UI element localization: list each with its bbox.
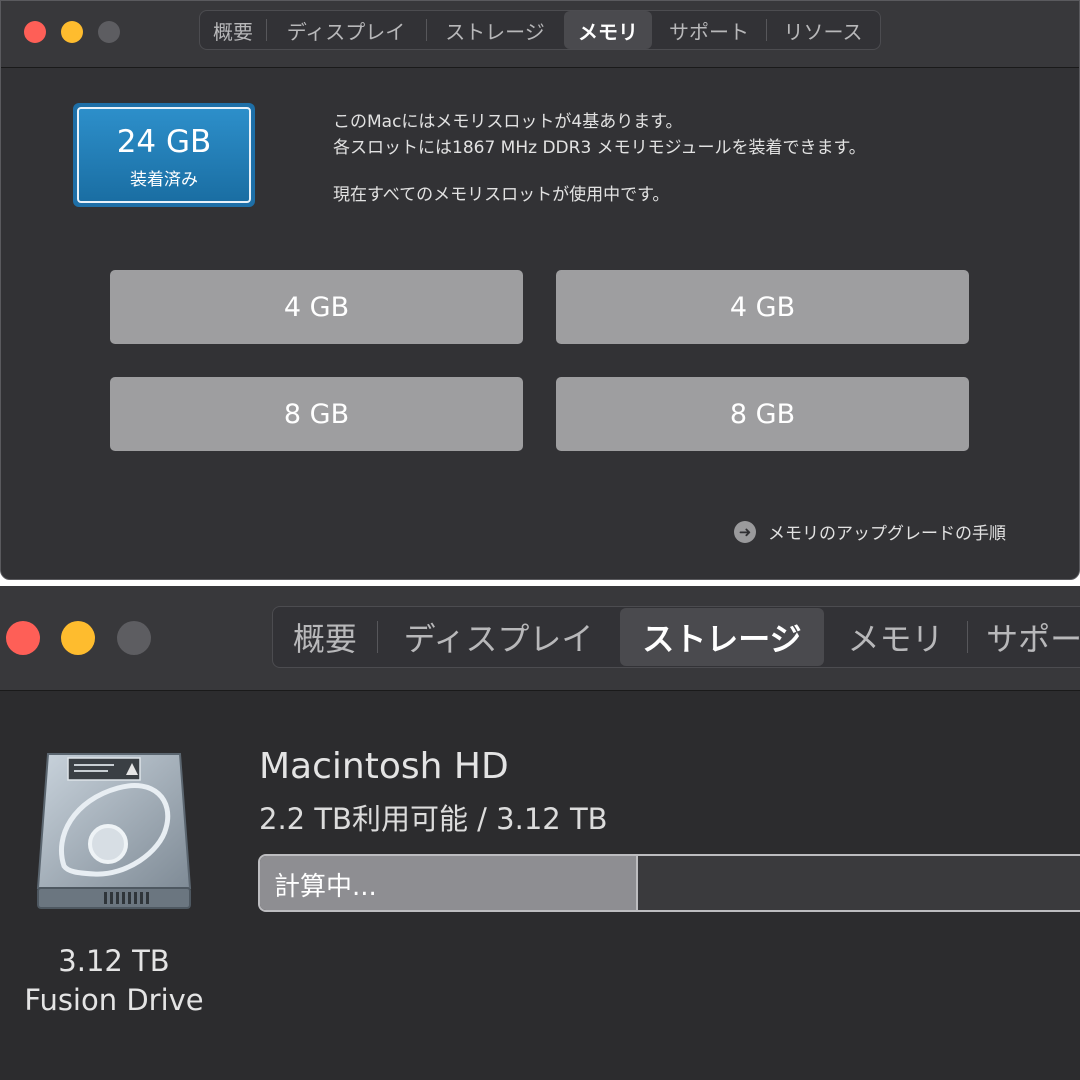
drive-type: Fusion Drive: [24, 983, 204, 1017]
tab-display[interactable]: ディスプレイ: [266, 11, 426, 49]
tab-overview[interactable]: 概要: [200, 11, 266, 49]
tab-memory[interactable]: メモリ: [564, 11, 652, 49]
memory-upgrade-link[interactable]: ➜ メモリのアップグレードの手順: [734, 519, 1006, 544]
tab-memory[interactable]: メモリ: [824, 608, 968, 666]
arrow-right-circle-icon: ➜: [734, 520, 756, 543]
slot-spec-text: 各スロットには1867 MHz DDR3 メモリモジュールを装着できます。: [333, 138, 866, 158]
memory-status: 装着済み: [130, 170, 198, 190]
tab-support[interactable]: サポー: [967, 608, 1080, 666]
tab-resources[interactable]: リソース: [766, 11, 880, 49]
memory-upgrade-label: メモリのアップグレードの手順: [768, 524, 1006, 544]
tab-display[interactable]: ディスプレイ: [376, 608, 620, 666]
drive-capacity: 3.12 TB: [58, 944, 170, 978]
minimize-icon[interactable]: [61, 21, 83, 43]
storage-usage-bar: 計算中...: [258, 854, 1080, 912]
close-icon[interactable]: [6, 621, 40, 655]
tab-overview[interactable]: 概要: [273, 608, 377, 666]
close-icon[interactable]: [24, 21, 46, 43]
memory-slot-4: 8 GB: [556, 377, 969, 451]
memory-slot-3: 8 GB: [110, 377, 523, 451]
tab-storage[interactable]: ストレージ: [426, 11, 564, 49]
tab-storage[interactable]: ストレージ: [620, 608, 824, 666]
slot-usage-text: 現在すべてのメモリスロットが使用中です。: [333, 185, 670, 205]
volume-name: Macintosh HD: [259, 746, 509, 787]
zoom-icon: [117, 621, 151, 655]
memory-total: 24 GB: [116, 124, 212, 160]
memory-slot-2: 4 GB: [556, 270, 969, 344]
tab-support[interactable]: サポート: [652, 11, 766, 49]
memory-slot-1: 4 GB: [110, 270, 523, 344]
storage-status-text: 計算中...: [274, 872, 377, 902]
hard-drive-icon: [34, 748, 194, 916]
tab-bar: 概要 ディスプレイ ストレージ メモリ サポート リソース: [199, 10, 881, 50]
tab-bar: 概要 ディスプレイ ストレージ メモリ サポー: [272, 606, 1080, 668]
zoom-icon: [98, 21, 120, 43]
slot-count-text: このMacにはメモリスロットが4基あります。: [333, 112, 683, 132]
memory-installed-badge: 24 GB 装着済み: [73, 103, 255, 207]
volume-space: 2.2 TB利用可能 / 3.12 TB: [259, 802, 608, 836]
minimize-icon[interactable]: [61, 621, 95, 655]
